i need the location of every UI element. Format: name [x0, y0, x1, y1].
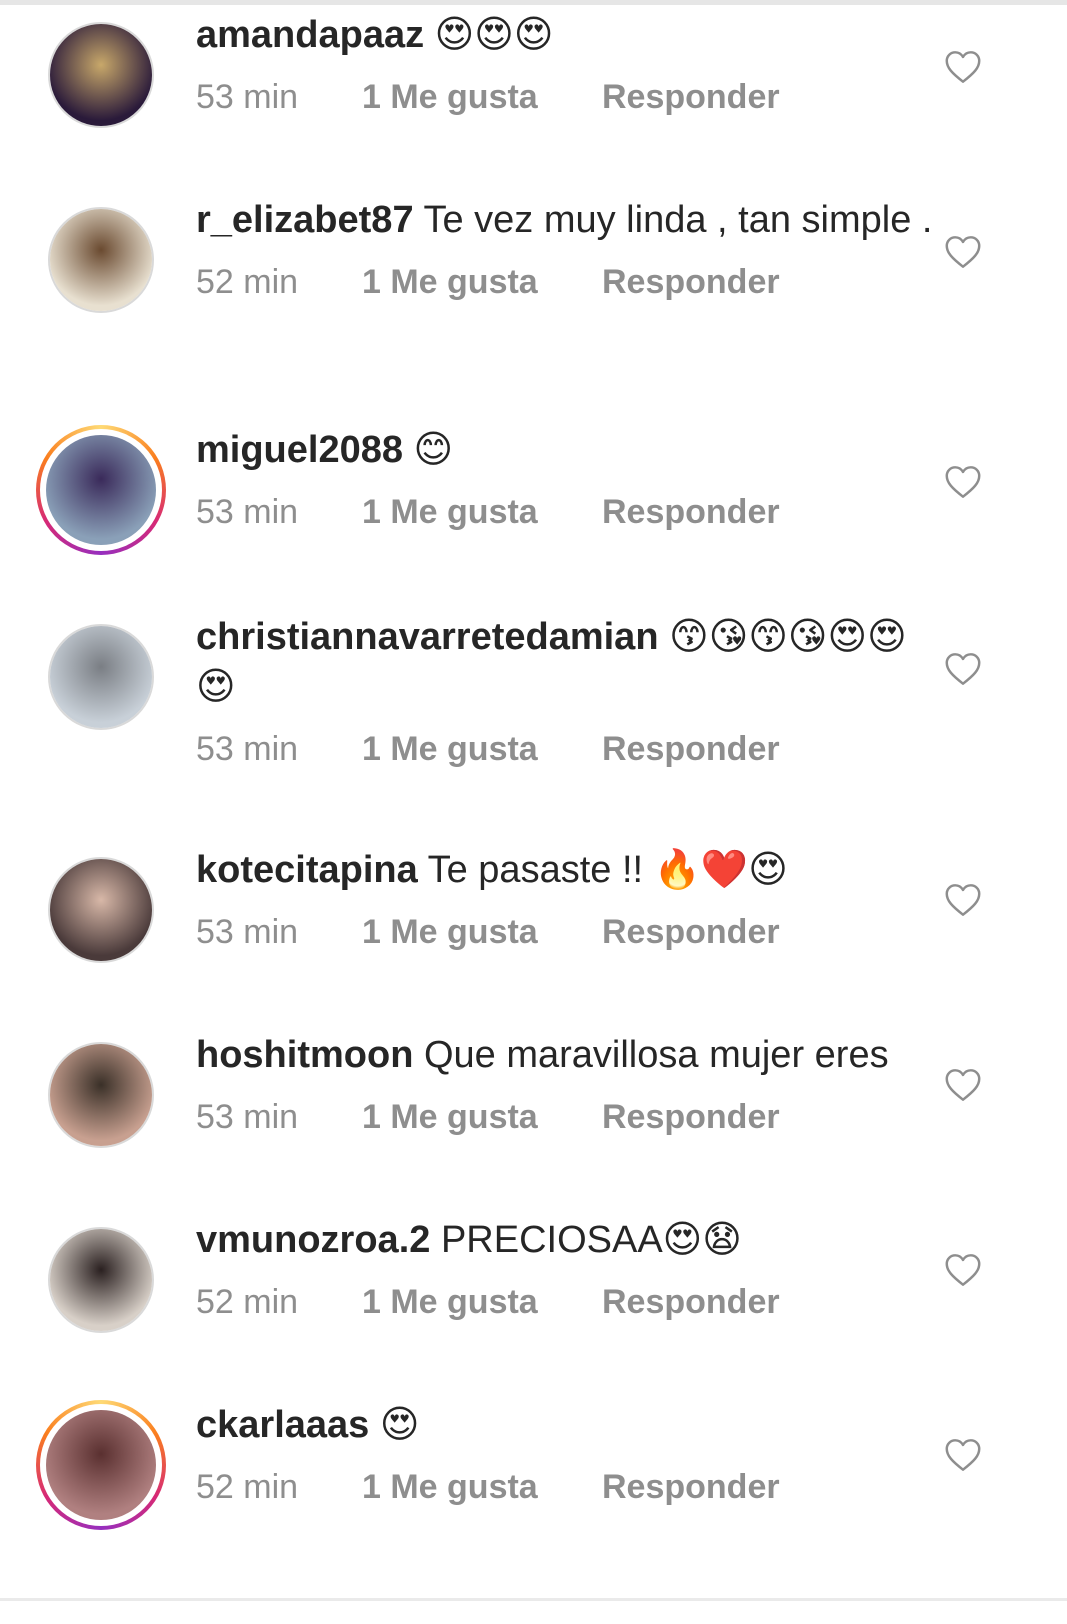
avatar-image — [50, 626, 152, 728]
comment-timestamp: 53 min — [196, 1098, 299, 1136]
avatar-image — [50, 209, 152, 311]
avatar[interactable] — [48, 1227, 154, 1333]
comment-content: vmunozroa.2 PRECIOSAA😍😧 52 min 1 Me gusta R… — [196, 1215, 936, 1322]
reply-button[interactable]: Responder — [602, 1098, 780, 1137]
comment-text: r_elizabet87 Te vez muy linda , tan simp… — [196, 195, 936, 245]
avatar[interactable] — [48, 22, 154, 128]
likes-count-link[interactable]: 1 Me gusta — [362, 1098, 602, 1137]
avatar-image — [46, 1410, 156, 1520]
comment-content: miguel2088 😊 53 min 1 Me gusta Responder — [196, 425, 936, 532]
bottom-divider — [0, 1598, 1067, 1601]
heart-outline-icon[interactable] — [944, 652, 982, 686]
comment-meta: 52 min 1 Me gusta Responder — [196, 1283, 936, 1322]
username-link[interactable]: miguel2088 — [196, 429, 403, 471]
likes-count-link[interactable]: 1 Me gusta — [362, 78, 602, 117]
comment-timestamp: 52 min — [196, 1283, 299, 1321]
avatar-image — [50, 1044, 152, 1146]
username-link[interactable]: christiannavarretedamian — [196, 616, 659, 658]
comment-timestamp: 53 min — [196, 730, 299, 768]
comment-content: christiannavarretedamian 😙😘😙😘😍😍😍 53 min 1 … — [196, 612, 936, 769]
likes-count-link[interactable]: 1 Me gusta — [362, 263, 602, 302]
comment-meta: 53 min 1 Me gusta Responder — [196, 730, 936, 769]
comment-text: vmunozroa.2 PRECIOSAA😍😧 — [196, 1215, 936, 1265]
reply-button[interactable]: Responder — [602, 493, 780, 532]
comment-text: hoshitmoon Que maravillosa mujer eres — [196, 1030, 936, 1080]
comment-body: Te vez muy linda , tan simple . — [413, 199, 933, 241]
comment-body: Que maravillosa mujer eres — [413, 1034, 889, 1076]
top-divider — [0, 0, 1067, 5]
comment-content: amandapaaz 😍😍😍 53 min 1 Me gusta Responder — [196, 10, 936, 117]
comment-meta: 53 min 1 Me gusta Responder — [196, 1098, 936, 1137]
avatar-story-ring[interactable] — [36, 1400, 166, 1530]
comment-text: ckarlaaas 😍 — [196, 1400, 936, 1450]
comment-meta: 52 min 1 Me gusta Responder — [196, 263, 936, 302]
reply-button[interactable]: Responder — [602, 263, 780, 302]
avatar-image — [46, 435, 156, 545]
comment-body: 😍😍😍 — [424, 14, 554, 56]
heart-outline-icon[interactable] — [944, 1438, 982, 1472]
comment-timestamp: 53 min — [196, 493, 299, 531]
heart-outline-icon[interactable] — [944, 235, 982, 269]
avatar[interactable] — [48, 207, 154, 313]
comment-body: Te pasaste !! 🔥❤️😍 — [417, 849, 788, 891]
likes-count-link[interactable]: 1 Me gusta — [362, 730, 602, 769]
reply-button[interactable]: Responder — [602, 1283, 780, 1322]
comment-content: hoshitmoon Que maravillosa mujer eres 53 … — [196, 1030, 936, 1137]
comment-text: miguel2088 😊 — [196, 425, 936, 475]
comment-meta: 53 min 1 Me gusta Responder — [196, 78, 936, 117]
comment-content: ckarlaaas 😍 52 min 1 Me gusta Responder — [196, 1400, 936, 1507]
comment-meta: 53 min 1 Me gusta Responder — [196, 493, 936, 532]
likes-count-link[interactable]: 1 Me gusta — [362, 493, 602, 532]
comment-timestamp: 53 min — [196, 78, 299, 116]
username-link[interactable]: kotecitapina — [196, 849, 418, 891]
heart-outline-icon[interactable] — [944, 465, 982, 499]
reply-button[interactable]: Responder — [602, 78, 780, 117]
avatar[interactable] — [48, 624, 154, 730]
avatar[interactable] — [48, 1042, 154, 1148]
username-link[interactable]: ckarlaaas — [196, 1404, 369, 1446]
comment-text: christiannavarretedamian 😙😘😙😘😍😍😍 — [196, 612, 936, 712]
comment-body: 😊 — [403, 429, 454, 471]
heart-outline-icon[interactable] — [944, 1068, 982, 1102]
comment-text: amandapaaz 😍😍😍 — [196, 10, 936, 60]
reply-button[interactable]: Responder — [602, 730, 780, 769]
likes-count-link[interactable]: 1 Me gusta — [362, 1468, 602, 1507]
reply-button[interactable]: Responder — [602, 1468, 780, 1507]
avatar-image — [50, 859, 152, 961]
likes-count-link[interactable]: 1 Me gusta — [362, 913, 602, 952]
avatar-image — [50, 1229, 152, 1331]
username-link[interactable]: hoshitmoon — [196, 1034, 413, 1076]
comment-timestamp: 52 min — [196, 263, 299, 301]
username-link[interactable]: amandapaaz — [196, 14, 424, 56]
comment-content: kotecitapina Te pasaste !! 🔥❤️😍 53 min 1 M… — [196, 845, 936, 952]
username-link[interactable]: r_elizabet87 — [196, 199, 414, 241]
comment-text: kotecitapina Te pasaste !! 🔥❤️😍 — [196, 845, 936, 895]
username-link[interactable]: vmunozroa.2 — [196, 1219, 430, 1261]
comment-body: PRECIOSAA😍😧 — [430, 1219, 742, 1261]
reply-button[interactable]: Responder — [602, 913, 780, 952]
comment-timestamp: 53 min — [196, 913, 299, 951]
avatar[interactable] — [48, 857, 154, 963]
comment-body: 😍 — [369, 1404, 420, 1446]
heart-outline-icon[interactable] — [944, 1253, 982, 1287]
heart-outline-icon[interactable] — [944, 883, 982, 917]
comment-content: r_elizabet87 Te vez muy linda , tan simp… — [196, 195, 936, 302]
heart-outline-icon[interactable] — [944, 50, 982, 84]
likes-count-link[interactable]: 1 Me gusta — [362, 1283, 602, 1322]
comment-meta: 53 min 1 Me gusta Responder — [196, 913, 936, 952]
avatar-story-ring[interactable] — [36, 425, 166, 555]
comment-timestamp: 52 min — [196, 1468, 299, 1506]
avatar-image — [50, 24, 152, 126]
comment-meta: 52 min 1 Me gusta Responder — [196, 1468, 936, 1507]
